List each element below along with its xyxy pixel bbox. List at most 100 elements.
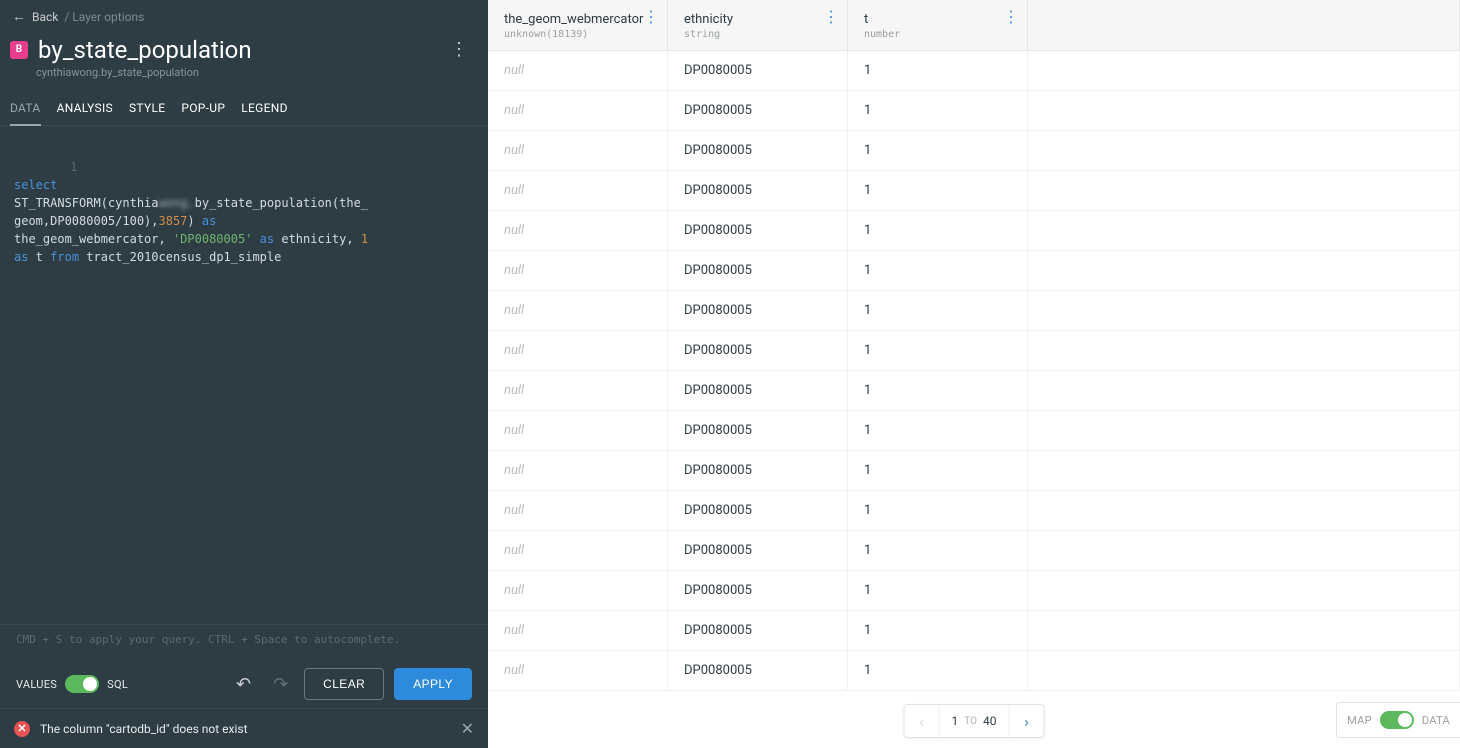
cell-ethnicity: DP0080005 [668,371,848,410]
cell-ethnicity: DP0080005 [668,91,848,130]
column-header-ethnicity[interactable]: ethnicitystring⋮ [668,0,848,50]
table-header: the_geom_webmercatorunknown(18139)⋮ethni… [488,0,1460,51]
cell-ethnicity: DP0080005 [668,51,848,90]
tab-analysis[interactable]: ANALYSIS [57,93,113,125]
column-menu-icon[interactable]: ⋮ [643,12,659,22]
cell-geom: null [488,211,668,250]
cell-t: 1 [848,251,1028,290]
cell-t: 1 [848,491,1028,530]
cell-ethnicity: DP0080005 [668,571,848,610]
cell-geom: null [488,171,668,210]
page-prev-icon[interactable]: ‹ [905,712,939,731]
column-header-t[interactable]: t number ⋮ [848,0,1028,50]
cell-t: 1 [848,651,1028,690]
table-row[interactable]: nullDP00800051 [488,611,1460,651]
cell-geom: null [488,531,668,570]
redo-icon[interactable]: ↷ [267,670,294,699]
column-menu-icon[interactable]: ⋮ [823,12,839,22]
values-toggle-left-label: VALUES [16,678,57,691]
cell-t: 1 [848,411,1028,450]
tab-pop-up[interactable]: POP-UP [181,93,225,125]
table-row[interactable]: nullDP00800051 [488,51,1460,91]
cell-geom: null [488,131,668,170]
cell-ethnicity: DP0080005 [668,211,848,250]
layer-menu-icon[interactable]: ⋮ [442,35,476,64]
cell-geom: null [488,651,668,690]
view-toggle: MAP DATA [1336,702,1460,738]
tab-style[interactable]: STYLE [129,93,165,125]
cell-t: 1 [848,51,1028,90]
sql-editor[interactable]: 1selectST_TRANSFORM(cynthiawong.by_state… [0,126,488,624]
layer-subtitle: cynthiawong.by_state_population [0,66,488,93]
table-body: nullDP00800051nullDP00800051nullDP008000… [488,51,1460,748]
map-data-toggle[interactable] [1380,711,1414,729]
tab-legend[interactable]: LEGEND [241,93,288,125]
column-name: the_geom_webmercator [504,12,651,27]
table-row[interactable]: nullDP00800051 [488,451,1460,491]
table-row[interactable]: nullDP00800051 [488,171,1460,211]
table-row[interactable]: nullDP00800051 [488,331,1460,371]
view-toggle-map-label: MAP [1347,714,1372,727]
cell-geom: null [488,291,668,330]
cell-ethnicity: DP0080005 [668,291,848,330]
layer-tabs: DATA ANALYSIS STYLE POP-UP LEGEND [0,93,488,126]
back-link[interactable]: Back [32,10,58,24]
table-row[interactable]: nullDP00800051 [488,291,1460,331]
cell-geom: null [488,251,668,290]
cell-ethnicity: DP0080005 [668,611,848,650]
cell-ethnicity: DP0080005 [668,451,848,490]
cell-geom: null [488,571,668,610]
cell-geom: null [488,371,668,410]
values-toggle-right-label: SQL [107,678,128,691]
sql-hint: CMD + S to apply your query. CTRL + Spac… [0,624,488,656]
cell-ethnicity: DP0080005 [668,411,848,450]
cell-geom: null [488,451,668,490]
column-menu-icon[interactable]: ⋮ [1003,12,1019,22]
line-number: 1 [57,158,77,176]
cell-geom: null [488,91,668,130]
error-bar: ✕ The column "cartodb_id" does not exist… [0,708,488,748]
undo-icon[interactable]: ↶ [230,670,257,699]
table-row[interactable]: nullDP00800051 [488,411,1460,451]
view-toggle-data-label: DATA [1422,714,1450,727]
table-row[interactable]: nullDP00800051 [488,91,1460,131]
cell-t: 1 [848,451,1028,490]
cell-geom: null [488,331,668,370]
error-icon: ✕ [14,721,30,737]
error-close-icon[interactable]: ✕ [461,719,474,738]
page-from: 1 [952,714,959,728]
cell-ethnicity: DP0080005 [668,331,848,370]
error-message: The column "cartodb_id" does not exist [40,722,248,736]
breadcrumb: ← Back / Layer options [0,0,488,29]
table-row[interactable]: nullDP00800051 [488,251,1460,291]
table-row[interactable]: nullDP00800051 [488,211,1460,251]
tab-data[interactable]: DATA [10,93,41,125]
table-row[interactable]: nullDP00800051 [488,531,1460,571]
column-header-the_geom_webmercator[interactable]: the_geom_webmercatorunknown(18139)⋮ [488,0,668,50]
column-name: ethnicity [684,12,831,27]
cell-t: 1 [848,291,1028,330]
table-row[interactable]: nullDP00800051 [488,131,1460,171]
table-row[interactable]: nullDP00800051 [488,571,1460,611]
cell-ethnicity: DP0080005 [668,651,848,690]
column-type: number [864,29,1011,40]
column-name: t [864,12,1011,27]
clear-button[interactable]: CLEAR [304,668,384,700]
table-row[interactable]: nullDP00800051 [488,651,1460,691]
pagination: ‹ 1 TO 40 › [904,704,1045,738]
table-row[interactable]: nullDP00800051 [488,491,1460,531]
layer-title: by_state_population [38,36,432,64]
table-row[interactable]: nullDP00800051 [488,371,1460,411]
cell-geom: null [488,611,668,650]
page-to-label: TO [964,716,977,727]
back-arrow-icon[interactable]: ← [12,8,26,25]
cell-geom: null [488,411,668,450]
values-sql-toggle[interactable] [65,675,99,693]
cell-ethnicity: DP0080005 [668,251,848,290]
cell-t: 1 [848,571,1028,610]
page-next-icon[interactable]: › [1009,712,1043,731]
cell-geom: null [488,51,668,90]
apply-button[interactable]: APPLY [394,668,472,700]
cell-ethnicity: DP0080005 [668,491,848,530]
cell-t: 1 [848,371,1028,410]
